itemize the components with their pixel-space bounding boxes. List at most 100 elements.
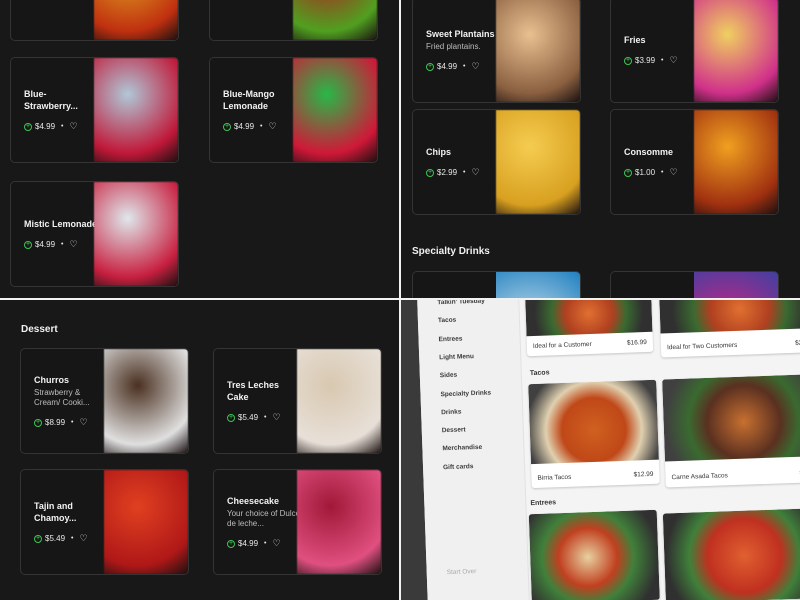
- tablet-photo: Talkin' Tuesday Tacos Entrees Light Menu Sid…: [401, 300, 800, 600]
- heart-icon[interactable]: ♡: [268, 121, 276, 132]
- tablet-category-item[interactable]: Drinks: [441, 408, 461, 416]
- menu-item-card[interactable]: [412, 271, 581, 298]
- menu-item-price: $1.00: [635, 168, 656, 177]
- tablet-section-entrees: Entrees: [530, 499, 557, 508]
- tablet-product-label: Ideal for Two Customers: [666, 341, 738, 352]
- plus-circle-icon[interactable]: +: [223, 122, 231, 131]
- menu-item-card[interactable]: +$4.99•♡: [10, 0, 179, 41]
- menu-item-card[interactable]: Consomme + $1.00 • ♡: [610, 109, 779, 215]
- tablet-product-photo: [528, 509, 660, 600]
- plus-circle-icon[interactable]: +: [24, 122, 32, 131]
- menu-item-photo: [297, 470, 381, 574]
- menu-item-meta: + $5.49 • ♡: [227, 412, 301, 423]
- tablet-product-card[interactable]: [528, 509, 660, 600]
- plus-circle-icon[interactable]: +: [34, 418, 42, 427]
- menu-item-photo: [293, 0, 377, 40]
- menu-item-card[interactable]: Churros Strawberry & Cream/ Cooki... + $8.9…: [20, 348, 189, 454]
- menu-item-name: Tajin and Chamoy...: [34, 501, 77, 523]
- tablet-product-photo: [658, 300, 800, 334]
- menu-item-name: Blue-Strawberry...: [24, 89, 78, 111]
- menu-item-price: $4.99: [437, 62, 458, 71]
- tablet-category-item[interactable]: Merchandise: [442, 444, 482, 452]
- heart-icon[interactable]: ♡: [69, 239, 77, 250]
- menu-item-card[interactable]: Blue-Mango Lemonade + $4.99 • ♡: [209, 57, 378, 163]
- menu-item-card[interactable]: Chips + $2.99 • ♡: [412, 109, 581, 215]
- tablet-product-price: $16.99: [626, 339, 647, 347]
- plus-circle-icon[interactable]: +: [624, 168, 632, 177]
- menu-item-card[interactable]: Blue-Strawberry... + $4.99 • ♡: [10, 57, 179, 163]
- plus-circle-icon[interactable]: +: [624, 56, 632, 65]
- tablet-category-item[interactable]: Talkin' Tuesday: [437, 300, 485, 306]
- tablet-category-item[interactable]: Sides: [440, 372, 458, 380]
- tablet-section-tacos: Tacos: [529, 369, 550, 378]
- menu-item-card[interactable]: Mistic Lemonade + $4.99 • ♡: [10, 181, 179, 287]
- menu-item-photo: [293, 58, 377, 162]
- sides-panel: Specialty Drinks Sweet Plantains Fried pl…: [401, 0, 800, 298]
- menu-item-card[interactable]: Tajin and Chamoy... + $5.49 • ♡: [20, 469, 189, 575]
- menu-item-meta: + $8.99 • ♡: [34, 417, 108, 428]
- menu-item-meta: + $4.99 • ♡: [426, 61, 500, 72]
- plus-circle-icon[interactable]: +: [34, 534, 42, 543]
- tablet-category-item[interactable]: Entrees: [438, 335, 462, 343]
- tablet-category-item[interactable]: Tacos: [438, 317, 457, 325]
- menu-item-price: $5.49: [45, 534, 66, 543]
- separator-dot: •: [463, 169, 466, 176]
- plus-circle-icon[interactable]: +: [227, 539, 235, 548]
- heart-icon[interactable]: ♡: [669, 55, 677, 66]
- tablet-category-item[interactable]: Light Menu: [439, 353, 474, 361]
- tablet-product-card[interactable]: Birria Tacos $12.99: [528, 379, 660, 489]
- menu-item-description: Strawberry & Cream/ Cooki...: [34, 388, 90, 407]
- tablet-product-card[interactable]: [662, 507, 800, 600]
- tablet-product-label: Ideal for a Customer: [532, 340, 592, 350]
- heart-icon[interactable]: ♡: [272, 412, 280, 423]
- tablet-product-card[interactable]: Ideal for Two Customers $20.99: [658, 300, 800, 358]
- menu-item-name: Sweet Plantains: [426, 29, 495, 39]
- plus-circle-icon[interactable]: +: [227, 413, 235, 422]
- divider-vertical: [399, 0, 401, 600]
- tablet-product-photo: [662, 507, 800, 600]
- menu-item-photo: [694, 110, 778, 214]
- heart-icon[interactable]: ♡: [79, 533, 87, 544]
- menu-item-meta: + $2.99 • ♡: [426, 167, 500, 178]
- tablet-product-card[interactable]: Carne Asada Tacos$14.99: [662, 373, 800, 488]
- menu-item-card[interactable]: [610, 271, 779, 298]
- menu-item-card[interactable]: Tres Leches Cake + $5.49 • ♡: [213, 348, 382, 454]
- menu-item-card[interactable]: Cheesecake Your choice of Dulce de leche.…: [213, 469, 382, 575]
- tablet-product-label: Birria Tacos: [537, 473, 572, 482]
- menu-item-description: Fried plantains.: [426, 42, 481, 51]
- menu-item-name: Churros: [34, 375, 70, 385]
- tablet-product-photo: [662, 373, 800, 462]
- tablet-product-photo: [524, 300, 653, 337]
- menu-item-price: $2.99: [437, 168, 458, 177]
- menu-item-name: Blue-Mango Lemonade: [223, 89, 275, 111]
- menu-item-photo: [496, 0, 580, 102]
- separator-dot: •: [264, 414, 267, 421]
- menu-item-info: +$4.99•♡: [24, 0, 98, 40]
- plus-circle-icon[interactable]: +: [426, 62, 434, 71]
- tablet-category-item[interactable]: Specialty Drinks: [440, 389, 491, 398]
- menu-item-card[interactable]: Fries + $3.99 • ♡: [610, 0, 779, 103]
- menu-item-price: $8.99: [45, 418, 66, 427]
- plus-circle-icon[interactable]: +: [24, 240, 32, 249]
- menu-item-info: Fries + $3.99 • ♡: [624, 0, 698, 102]
- menu-item-info: Consomme + $1.00 • ♡: [624, 110, 698, 214]
- heart-icon[interactable]: ♡: [272, 538, 280, 549]
- plus-circle-icon[interactable]: +: [426, 168, 434, 177]
- heart-icon[interactable]: ♡: [669, 167, 677, 178]
- tablet-product-card[interactable]: Ideal for a Customer $16.99: [524, 300, 654, 357]
- menu-item-photo: [297, 349, 381, 453]
- heart-icon[interactable]: ♡: [471, 61, 479, 72]
- heart-icon[interactable]: ♡: [471, 167, 479, 178]
- heart-icon[interactable]: ♡: [79, 417, 87, 428]
- tablet-product-price: $20.99: [794, 339, 800, 347]
- drinks-panel: +$4.99•♡+$4.99•♡Blue-Strawberry...+$4.99…: [0, 0, 399, 298]
- menu-item-card[interactable]: Sweet Plantains Fried plantains. + $4.99 • ♡: [412, 0, 581, 103]
- start-over-link[interactable]: Start Over: [447, 568, 477, 576]
- heart-icon[interactable]: ♡: [69, 121, 77, 132]
- tablet-category-item[interactable]: Dessert: [442, 426, 466, 434]
- tablet-category-item[interactable]: Gift cards: [443, 463, 474, 471]
- menu-item-price: $4.99: [238, 539, 259, 548]
- tablet-category-menu: Talkin' Tuesday Tacos Entrees Light Menu Sid…: [417, 300, 531, 600]
- menu-item-info: Chips + $2.99 • ♡: [426, 110, 500, 214]
- menu-item-card[interactable]: +$4.99•♡: [209, 0, 378, 41]
